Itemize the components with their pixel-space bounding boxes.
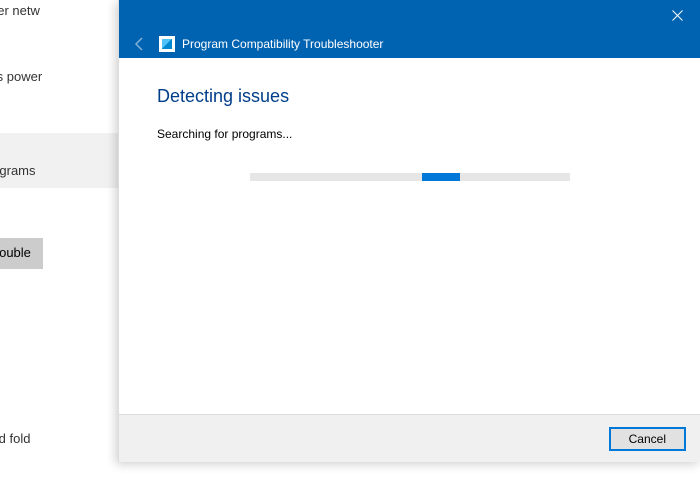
status-text: Searching for programs... bbox=[157, 127, 662, 141]
progress-bar bbox=[250, 173, 570, 181]
back-button bbox=[129, 33, 151, 55]
progress-indicator bbox=[422, 173, 460, 181]
close-button[interactable] bbox=[655, 0, 700, 30]
dialog-title: Program Compatibility Troubleshooter bbox=[182, 37, 383, 51]
back-arrow-icon bbox=[132, 36, 148, 52]
close-icon bbox=[672, 10, 683, 21]
dialog-titlebar bbox=[119, 0, 700, 30]
dialog-header: Program Compatibility Troubleshooter bbox=[119, 30, 700, 58]
dialog-footer: Cancel bbox=[119, 414, 700, 462]
troubleshooter-icon bbox=[159, 36, 175, 52]
dialog-body: Detecting issues Searching for programs.… bbox=[119, 58, 700, 414]
troubleshooter-dialog: Program Compatibility Troubleshooter Det… bbox=[118, 0, 700, 462]
detecting-heading: Detecting issues bbox=[157, 86, 662, 107]
cancel-button[interactable]: Cancel bbox=[609, 427, 686, 451]
run-troubleshooter-button[interactable]: Run the trouble bbox=[0, 238, 43, 268]
